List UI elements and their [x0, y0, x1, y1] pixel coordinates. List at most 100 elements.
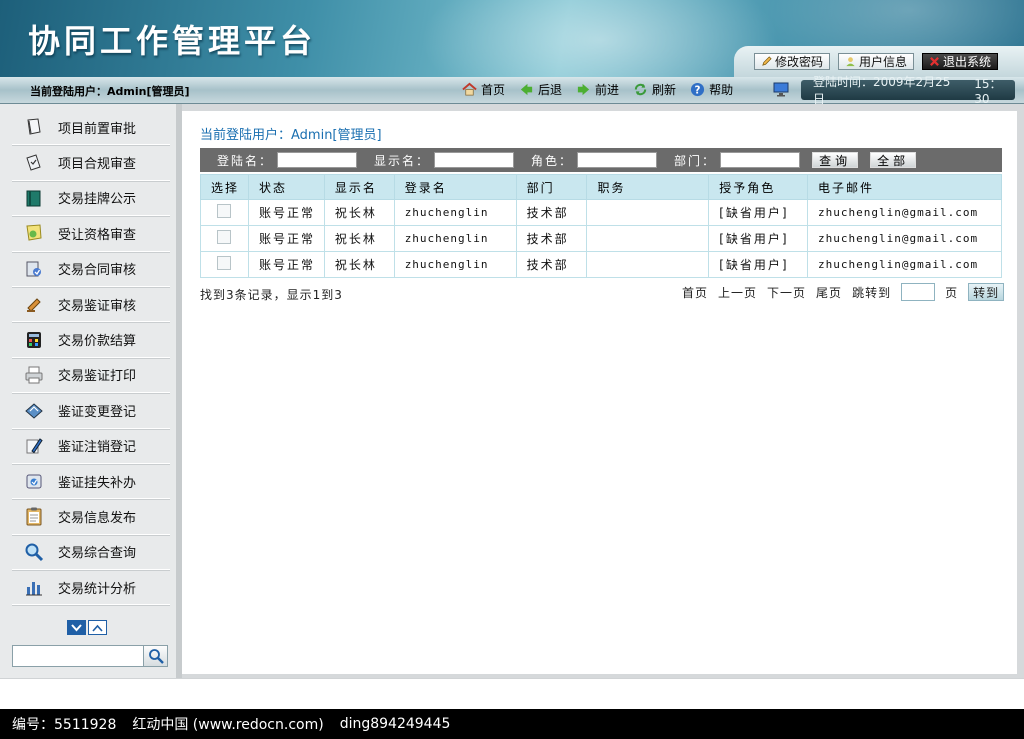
last-page-link[interactable]: 尾页 — [816, 284, 842, 301]
role-cell: [缺省用户] — [708, 251, 809, 278]
calculator-icon — [27, 331, 41, 348]
select-cell — [200, 251, 249, 278]
table-row[interactable]: 账号正常 祝长林 zhuchenglin 技术部 [缺省用户] zhucheng… — [200, 225, 1002, 252]
bottom-spacer — [0, 678, 1024, 709]
sidebar-item-contract-review[interactable]: 交易合同审核 — [12, 252, 170, 287]
change-password-button[interactable]: 修改密码 — [754, 53, 831, 70]
filter-bar: 登陆名： 显示名： 角色： 部门： 查询 全部 — [200, 148, 1002, 172]
sidebar-search-input[interactable] — [12, 645, 144, 667]
table-row[interactable]: 账号正常 祝长林 zhuchenglin 技术部 [缺省用户] zhucheng… — [200, 251, 1002, 278]
nav-help[interactable]: ? 帮助 — [690, 81, 733, 98]
sidebar-item-listing-publicity[interactable]: 交易挂牌公示 — [12, 181, 170, 217]
login-time-label: 登陆时间：2009年2月25日 — [813, 75, 951, 106]
role-filter-label: 角色： — [531, 153, 574, 168]
page-unit-label: 页 — [945, 285, 959, 300]
prev-page-link[interactable]: 上一页 — [718, 284, 757, 301]
sidebar-item-label: 鉴证注销登记 — [58, 440, 137, 456]
bar-chart-icon — [26, 582, 42, 596]
sidebar-item-project-compliance-review[interactable]: 项目合规审查 — [12, 145, 170, 181]
nav-forward-label: 前进 — [595, 83, 620, 97]
book-icon — [26, 190, 41, 207]
sidebar-item-qualification-review[interactable]: 受让资格审查 — [12, 216, 170, 252]
sidebar-item-label: 受让资格审查 — [58, 227, 137, 243]
sidebar-item-comprehensive-query[interactable]: 交易综合查询 — [12, 535, 170, 571]
clipboard-icon — [26, 507, 42, 526]
query-button[interactable]: 查询 — [812, 152, 859, 168]
column-header-login-name: 登录名 — [393, 174, 517, 200]
user-info-button[interactable]: 用户信息 — [838, 53, 915, 70]
jump-page-input[interactable] — [901, 283, 936, 301]
display-name-filter-input[interactable] — [434, 152, 515, 168]
current-user-text: 当前登陆用户：Admin[管理员] — [30, 85, 190, 98]
user-info-label: 用户信息 — [859, 55, 908, 69]
sidebar-item-project-pre-approval[interactable]: 项目前置审批 — [12, 110, 170, 146]
column-header-position: 职务 — [586, 174, 710, 200]
sidebar-item-change-registration[interactable]: 鉴证变更登记 — [12, 393, 170, 429]
show-all-button[interactable]: 全部 — [870, 152, 917, 168]
go-button[interactable]: 转到 — [968, 283, 1005, 301]
footer-id-text: 编号：5511928 — [12, 717, 117, 733]
scroll-up-button[interactable] — [88, 620, 107, 635]
sidebar-search-button[interactable] — [144, 645, 168, 667]
role-cell: [缺省用户] — [708, 225, 809, 252]
sidebar-menu: 项目前置审批 项目合规审查 交易挂牌公示 受让资格审查 交易合同审核 交易鉴证审… — [12, 110, 170, 606]
logout-label: 退出系统 — [943, 55, 992, 69]
search-icon — [148, 649, 164, 664]
column-header-select: 选择 — [200, 174, 249, 200]
next-page-link[interactable]: 下一页 — [767, 284, 806, 301]
login-name-filter-label: 登陆名： — [217, 153, 274, 168]
nav-home[interactable]: 首页 — [462, 81, 505, 98]
department-cell: 技术部 — [515, 225, 588, 252]
column-header-status: 状态 — [247, 174, 325, 200]
nav-forward[interactable]: 前进 — [576, 81, 619, 98]
email-cell: zhuchenglin@gmail.com — [807, 251, 1002, 278]
nav-refresh[interactable]: 刷新 — [633, 81, 676, 98]
department-filter-input[interactable] — [720, 152, 801, 168]
pen-icon — [26, 437, 43, 454]
sidebar-item-label: 交易挂牌公示 — [58, 192, 137, 208]
header-banner: 协同工作管理平台 修改密码 用户信息 退出系统 — [0, 0, 1024, 77]
login-name-cell: zhuchenglin — [393, 199, 517, 226]
row-checkbox[interactable] — [217, 230, 231, 244]
monitor-icon — [773, 82, 789, 97]
main-content: 当前登陆用户：Admin[管理员] 登陆名： 显示名： 角色： 部门： 查询 全… — [182, 111, 1017, 674]
login-name-cell: zhuchenglin — [393, 225, 517, 252]
sidebar-item-certificate-printing[interactable]: 交易鉴证打印 — [12, 358, 170, 394]
sidebar-item-loss-reissue[interactable]: 鉴证挂失补办 — [12, 464, 170, 500]
sidebar-item-label: 交易合同审核 — [58, 263, 137, 279]
phone-icon — [26, 474, 42, 489]
sidebar-item-statistics-analysis[interactable]: 交易统计分析 — [12, 570, 170, 606]
position-cell — [586, 199, 710, 226]
login-name-filter-input[interactable] — [277, 152, 358, 168]
pagination: 首页 上一页 下一页 尾页 跳转到 页 转到 — [682, 283, 1005, 301]
sidebar-item-payment-settlement[interactable]: 交易价款结算 — [12, 322, 170, 358]
select-cell — [200, 199, 249, 226]
nav-back-label: 后退 — [538, 83, 563, 97]
department-cell: 技术部 — [515, 251, 588, 278]
table-row[interactable]: 账号正常 祝长林 zhuchenglin 技术部 [缺省用户] zhucheng… — [200, 199, 1002, 226]
position-cell — [586, 251, 710, 278]
position-cell — [586, 225, 710, 252]
banner-glow — [420, 0, 780, 77]
sidebar-item-label: 项目合规审查 — [58, 157, 137, 173]
row-checkbox[interactable] — [217, 256, 231, 270]
nav-items: 首页 后退 前进 刷新 ? 帮助 — [462, 81, 733, 98]
scroll-down-button[interactable] — [67, 620, 86, 635]
column-header-email: 电子邮件 — [807, 174, 1002, 200]
nav-back[interactable]: 后退 — [519, 81, 562, 98]
nav-help-label: 帮助 — [709, 83, 734, 97]
help-icon: ? — [691, 82, 705, 96]
sidebar-item-label: 项目前置审批 — [58, 121, 137, 137]
login-name-cell: zhuchenglin — [393, 251, 517, 278]
first-page-link[interactable]: 首页 — [682, 284, 708, 301]
sidebar-item-cancellation-registration[interactable]: 鉴证注销登记 — [12, 429, 170, 464]
login-time-box: 登陆时间：2009年2月25日 15：30 — [801, 75, 1015, 106]
logout-button[interactable]: 退出系统 — [922, 53, 999, 70]
row-checkbox[interactable] — [217, 204, 231, 218]
role-filter-input[interactable] — [577, 152, 658, 168]
select-cell — [200, 225, 249, 252]
email-cell: zhuchenglin@gmail.com — [807, 199, 1002, 226]
sidebar-item-certification-review[interactable]: 交易鉴证审核 — [12, 287, 170, 323]
sidebar-item-label: 鉴证变更登记 — [58, 404, 137, 420]
sidebar-item-info-release[interactable]: 交易信息发布 — [12, 499, 170, 535]
